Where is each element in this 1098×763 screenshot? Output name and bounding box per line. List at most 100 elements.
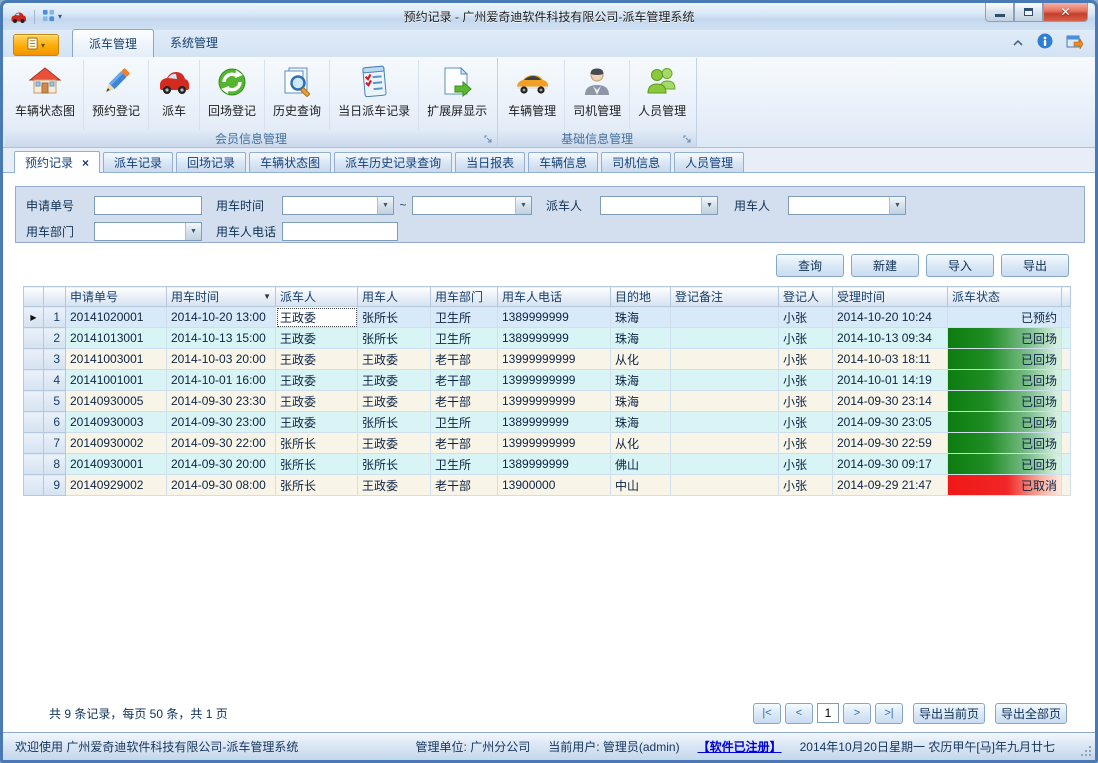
table-row[interactable]: 6201409300032014-09-30 23:00王政委张所长卫生所138… xyxy=(24,412,1071,433)
grid-cell[interactable]: 王政委 xyxy=(276,391,358,412)
close-tab-icon[interactable]: × xyxy=(82,158,89,168)
grid-cell[interactable]: 珠海 xyxy=(611,370,671,391)
title-bar[interactable]: ▾ 预约记录 - 广州爱奇迪软件科技有限公司-派车管理系统 ✕ xyxy=(3,3,1095,30)
grid-cell[interactable]: 王政委 xyxy=(358,433,431,454)
grid-cell[interactable]: 老干部 xyxy=(431,391,498,412)
grid-cell[interactable]: 佛山 xyxy=(611,454,671,475)
grid-cell[interactable]: 王政委 xyxy=(358,349,431,370)
table-row[interactable]: 4201410010012014-10-01 16:00王政委王政委老干部139… xyxy=(24,370,1071,391)
grid-cell-status[interactable]: 已回场 xyxy=(948,454,1062,475)
column-header[interactable] xyxy=(1062,287,1071,307)
column-header[interactable]: 登记备注 xyxy=(671,287,779,307)
grid-cell-status[interactable]: 已回场 xyxy=(948,391,1062,412)
chevron-down-icon[interactable]: ▼ xyxy=(701,197,717,214)
grid-cell[interactable]: 小张 xyxy=(779,454,833,475)
grid-cell[interactable]: 从化 xyxy=(611,433,671,454)
grid-cell[interactable]: 卫生所 xyxy=(431,454,498,475)
ribbon-button[interactable]: 车辆状态图 xyxy=(7,60,84,130)
grid-cell[interactable]: 2014-10-01 16:00 xyxy=(167,370,276,391)
grid-cell[interactable]: 2014-10-03 20:00 xyxy=(167,349,276,370)
license-link[interactable]: 【软件已注册】 xyxy=(698,738,782,755)
grid-cell[interactable]: 13900000 xyxy=(498,475,611,496)
grid-cell[interactable]: 珠海 xyxy=(611,412,671,433)
column-header[interactable]: 登记人 xyxy=(779,287,833,307)
grid-cell[interactable]: 从化 xyxy=(611,349,671,370)
grid-cell[interactable]: 张所长 xyxy=(276,433,358,454)
close-button[interactable]: ✕ xyxy=(1043,3,1088,22)
column-header[interactable] xyxy=(24,287,44,307)
grid-cell[interactable]: 小张 xyxy=(779,433,833,454)
user-select[interactable]: ▼ xyxy=(788,196,906,215)
grid-cell[interactable] xyxy=(671,454,779,475)
grid-cell[interactable]: 2014-09-30 23:05 xyxy=(833,412,948,433)
grid-cell[interactable]: 20140930002 xyxy=(66,433,167,454)
row-number[interactable]: 9 xyxy=(44,475,66,496)
doc-tab[interactable]: 人员管理 xyxy=(674,152,744,172)
doc-tab[interactable]: 预约记录× xyxy=(14,151,100,173)
grid-cell[interactable]: 卫生所 xyxy=(431,328,498,349)
grid-cell[interactable]: 2014-09-29 21:47 xyxy=(833,475,948,496)
grid-cell[interactable]: 20141003001 xyxy=(66,349,167,370)
last-page-button[interactable]: >| xyxy=(875,703,903,724)
doc-tab[interactable]: 派车记录 xyxy=(103,152,173,172)
column-header[interactable]: 派车人 xyxy=(276,287,358,307)
grid-cell[interactable]: 2014-10-13 09:34 xyxy=(833,328,948,349)
row-number[interactable]: 5 xyxy=(44,391,66,412)
ribbon-tab[interactable]: 系统管理 xyxy=(154,29,234,57)
grid-cell[interactable]: 王政委 xyxy=(358,370,431,391)
chevron-down-icon[interactable]: ▼ xyxy=(185,223,201,240)
row-number[interactable]: 3 xyxy=(44,349,66,370)
grid-cell[interactable]: 老干部 xyxy=(431,349,498,370)
column-header[interactable]: 用车人电话 xyxy=(498,287,611,307)
ribbon-button[interactable]: 历史查询 xyxy=(265,60,330,130)
info-icon[interactable] xyxy=(1037,33,1053,52)
grid-cell[interactable] xyxy=(671,475,779,496)
grid-cell[interactable]: 2014-10-03 18:11 xyxy=(833,349,948,370)
column-header[interactable] xyxy=(44,287,66,307)
ribbon-button[interactable]: 预约登记 xyxy=(84,60,149,130)
minimize-button[interactable] xyxy=(985,3,1014,22)
ribbon-button[interactable]: 司机管理 xyxy=(565,60,630,130)
row-number[interactable]: 4 xyxy=(44,370,66,391)
ribbon-button[interactable]: 车辆管理 xyxy=(500,60,565,130)
grid-cell[interactable]: 2014-09-30 22:59 xyxy=(833,433,948,454)
table-row[interactable]: 5201409300052014-09-30 23:30王政委王政委老干部139… xyxy=(24,391,1071,412)
row-number[interactable]: 8 xyxy=(44,454,66,475)
grid-cell[interactable]: 2014-10-20 10:24 xyxy=(833,307,948,328)
grid-cell[interactable]: 2014-09-30 22:00 xyxy=(167,433,276,454)
grid-cell[interactable]: 张所长 xyxy=(276,454,358,475)
next-page-button[interactable]: > xyxy=(843,703,871,724)
doc-tab[interactable]: 派车历史记录查询 xyxy=(334,152,452,172)
use-time-to-select[interactable]: ▼ xyxy=(412,196,532,215)
column-header[interactable]: 申请单号 xyxy=(66,287,167,307)
export-button[interactable]: 导出 xyxy=(1001,254,1069,277)
grid-cell[interactable]: 卫生所 xyxy=(431,307,498,328)
table-row[interactable]: 2201410130012014-10-13 15:00王政委张所长卫生所138… xyxy=(24,328,1071,349)
grid-cell[interactable]: 小张 xyxy=(779,475,833,496)
user-phone-input[interactable] xyxy=(282,222,398,241)
grid-cell[interactable]: 王政委 xyxy=(358,391,431,412)
grid-cell[interactable]: 1389999999 xyxy=(498,454,611,475)
request-no-input[interactable] xyxy=(94,196,202,215)
grid-cell[interactable]: 张所长 xyxy=(358,454,431,475)
grid-cell[interactable]: 2014-09-30 23:30 xyxy=(167,391,276,412)
create-button[interactable]: 新建 xyxy=(851,254,919,277)
grid-cell[interactable] xyxy=(671,370,779,391)
grid-cell[interactable]: 张所长 xyxy=(358,328,431,349)
column-header[interactable]: 派车状态 xyxy=(948,287,1062,307)
grid-cell-status[interactable]: 已回场 xyxy=(948,370,1062,391)
grid-cell[interactable]: 小张 xyxy=(779,391,833,412)
table-row[interactable]: 8201409300012014-09-30 20:00张所长张所长卫生所138… xyxy=(24,454,1071,475)
table-row[interactable]: 9201409290022014-09-30 08:00张所长王政委老干部139… xyxy=(24,475,1071,496)
department-select[interactable]: ▼ xyxy=(94,222,202,241)
prev-page-button[interactable]: < xyxy=(785,703,813,724)
grid-cell[interactable]: 小张 xyxy=(779,307,833,328)
grid-cell[interactable]: 20141020001 xyxy=(66,307,167,328)
grid-cell[interactable]: 13999999999 xyxy=(498,433,611,454)
ribbon-button[interactable]: 回场登记 xyxy=(200,60,265,130)
ribbon-button[interactable]: 扩展屏显示 xyxy=(419,60,495,130)
grid-cell[interactable]: 2014-09-30 20:00 xyxy=(167,454,276,475)
grid-cell[interactable]: 1389999999 xyxy=(498,412,611,433)
row-number[interactable]: 1 xyxy=(44,307,66,328)
row-number[interactable]: 2 xyxy=(44,328,66,349)
